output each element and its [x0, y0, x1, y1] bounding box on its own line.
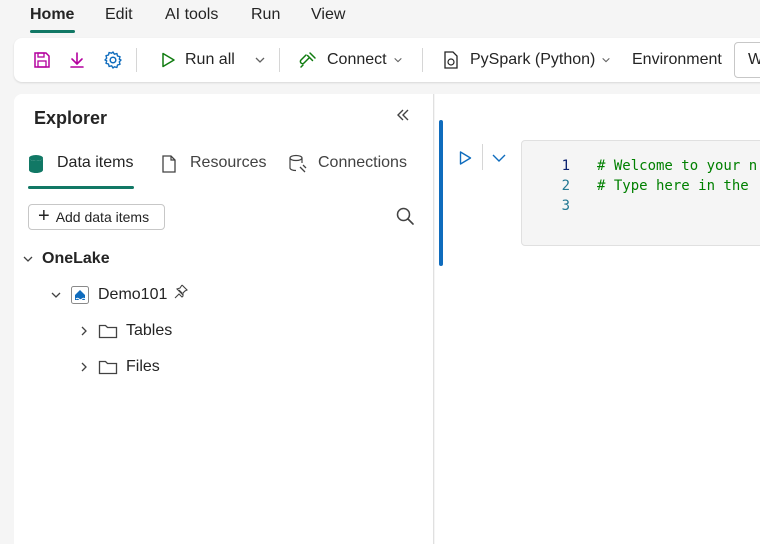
- line-number: 1: [561, 158, 570, 174]
- tree-files[interactable]: Files: [78, 355, 160, 379]
- search-icon: [396, 207, 414, 225]
- play-icon: [459, 151, 472, 165]
- menu-run[interactable]: Run: [251, 6, 280, 24]
- chevron-down-icon: [255, 57, 265, 63]
- database-link-icon: [289, 154, 307, 173]
- chevron-right-icon: [81, 362, 87, 372]
- run-all-label: Run all: [185, 51, 235, 68]
- chevron-down-icon: [23, 256, 33, 262]
- menu-edit[interactable]: Edit: [105, 6, 133, 24]
- code-line: # Type here in the: [597, 178, 758, 194]
- notebook-area: 1 2 3 # Welcome to your n # Type here in…: [435, 94, 760, 544]
- cell-divider: [482, 144, 483, 170]
- menu-active-indicator: [30, 30, 75, 33]
- toolbar-divider: [279, 48, 280, 72]
- environment-select[interactable]: W: [734, 42, 760, 78]
- gear-icon: [104, 51, 122, 69]
- environment-label: Environment: [632, 51, 722, 68]
- save-icon: [34, 52, 50, 68]
- language-selector[interactable]: PySpark (Python): [442, 38, 611, 82]
- menu-home[interactable]: Home: [30, 6, 74, 24]
- run-all-button[interactable]: Run all: [159, 38, 235, 82]
- chevron-down-icon: [51, 292, 61, 298]
- explorer-panel: Explorer Data items Resources Connection…: [14, 94, 434, 544]
- double-chevron-left-icon: [397, 109, 409, 121]
- tree-demo101[interactable]: Demo101: [50, 283, 189, 307]
- connect-label: Connect: [327, 51, 387, 68]
- folder-icon: [98, 360, 118, 375]
- download-button[interactable]: [67, 38, 87, 82]
- run-cell-button[interactable]: [457, 150, 473, 171]
- plug-icon: [299, 52, 316, 68]
- connect-button[interactable]: Connect: [298, 38, 403, 82]
- tab-active-indicator: [28, 186, 134, 189]
- download-icon: [70, 52, 84, 68]
- explorer-title: Explorer: [34, 108, 108, 128]
- toolbar-divider: [136, 48, 137, 72]
- lakehouse-icon: [71, 286, 89, 304]
- code-line: # Welcome to your n: [597, 158, 758, 174]
- menu-bar: Home Edit AI tools Run View: [0, 0, 760, 34]
- tab-connections[interactable]: Connections: [318, 154, 407, 172]
- tree-onelake-label: OneLake: [42, 250, 110, 267]
- save-button[interactable]: [32, 38, 52, 82]
- plus-icon: +: [38, 205, 50, 227]
- play-icon: [162, 52, 175, 68]
- search-button[interactable]: [395, 206, 415, 231]
- toolbar: Run all Connect PySpark (Python) Environ…: [14, 38, 760, 82]
- python-file-icon: [444, 51, 458, 69]
- menu-view[interactable]: View: [311, 6, 345, 24]
- chevron-down-icon: [492, 154, 506, 162]
- run-all-dropdown[interactable]: [254, 38, 266, 82]
- add-data-items-label: Add data items: [55, 209, 150, 225]
- settings-button[interactable]: [103, 38, 123, 82]
- menu-ai-tools[interactable]: AI tools: [165, 6, 218, 24]
- database-icon: [29, 155, 43, 173]
- language-label: PySpark (Python): [470, 51, 596, 68]
- line-number: 3: [561, 198, 570, 214]
- folder-icon: [98, 324, 118, 339]
- code-editor[interactable]: 1 2 3 # Welcome to your n # Type here in…: [521, 140, 760, 246]
- tree-tables-label: Tables: [126, 322, 173, 339]
- tree-demo101-label: Demo101: [98, 286, 168, 303]
- pin-icon[interactable]: [173, 283, 189, 299]
- add-data-items-button[interactable]: + Add data items: [28, 204, 165, 230]
- document-icon: [162, 155, 176, 173]
- chevron-down-icon: [393, 57, 402, 63]
- toolbar-divider: [422, 48, 423, 72]
- active-cell-indicator: [439, 120, 443, 266]
- cell-run-options-button[interactable]: [491, 150, 507, 171]
- chevron-right-icon: [81, 326, 87, 336]
- tree-files-label: Files: [126, 358, 160, 375]
- tab-resources[interactable]: Resources: [190, 154, 266, 172]
- tree-tables[interactable]: Tables: [78, 319, 172, 343]
- tree-onelake[interactable]: OneLake: [22, 247, 110, 271]
- line-number: 2: [561, 178, 570, 194]
- tab-data-items[interactable]: Data items: [57, 154, 133, 172]
- chevron-down-icon: [602, 57, 611, 63]
- collapse-explorer-button[interactable]: [394, 106, 412, 129]
